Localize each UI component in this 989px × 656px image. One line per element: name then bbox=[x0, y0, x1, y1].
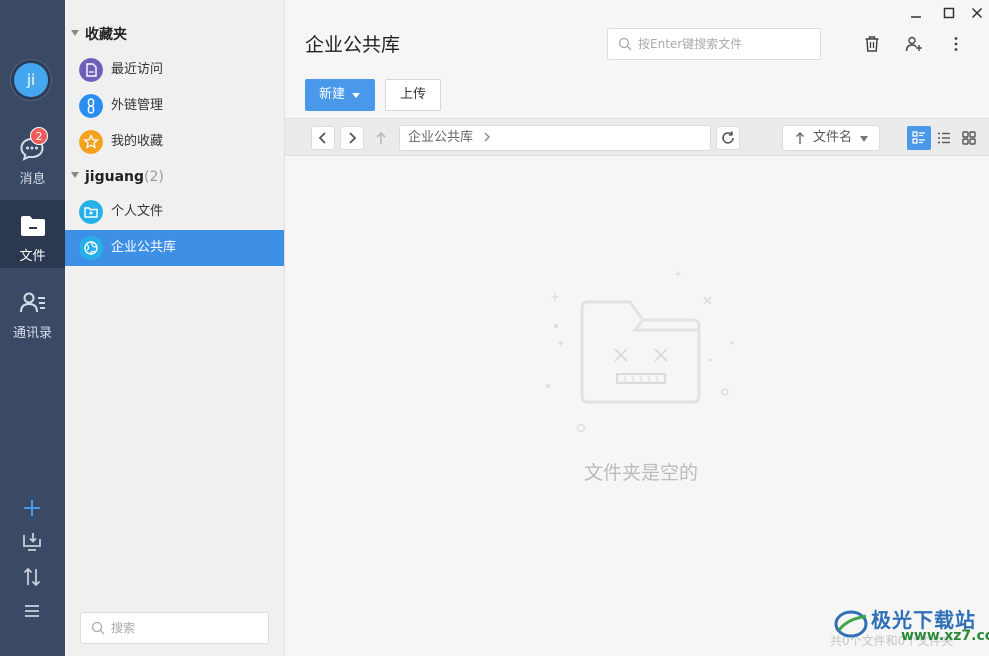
plus-icon[interactable] bbox=[20, 496, 44, 520]
trash-icon[interactable] bbox=[863, 35, 881, 53]
more-vertical-icon[interactable] bbox=[947, 35, 965, 53]
close-icon[interactable] bbox=[968, 4, 986, 22]
search-placeholder: 搜索 bbox=[111, 621, 136, 635]
chevron-down-icon bbox=[352, 93, 360, 98]
up-level-button[interactable] bbox=[369, 126, 393, 150]
arrow-up-icon bbox=[376, 131, 386, 144]
link-icon bbox=[79, 94, 103, 118]
sort-arrows-icon[interactable] bbox=[20, 565, 44, 589]
sidebar-item-label: 个人文件 bbox=[111, 204, 164, 219]
sidebar-item-favorites[interactable]: 我的收藏 bbox=[65, 124, 284, 160]
recent-doc-icon bbox=[79, 58, 103, 82]
folder-icon bbox=[21, 216, 45, 236]
chevron-right-icon bbox=[484, 132, 491, 142]
avatar-initials: ji bbox=[26, 71, 36, 89]
chevron-down-icon bbox=[860, 136, 868, 142]
breadcrumb[interactable]: 企业公共库 bbox=[399, 125, 711, 151]
file-toolbar: 企业公共库 文件名 bbox=[285, 118, 989, 156]
arrow-up-icon bbox=[796, 132, 804, 144]
sidebar-item-recent[interactable]: 最近访问 bbox=[65, 52, 284, 88]
sidebar-search-input[interactable]: 搜索 bbox=[80, 612, 269, 644]
sidebar-item-label: 最近访问 bbox=[111, 62, 164, 77]
new-button-label: 新建 bbox=[319, 87, 346, 102]
sidebar-item-label: 我的收藏 bbox=[111, 134, 164, 149]
collapse-triangle-icon bbox=[71, 172, 79, 178]
minimize-icon[interactable] bbox=[907, 4, 925, 22]
search-placeholder: 按Enter键搜索文件 bbox=[638, 37, 743, 51]
account-group-title[interactable]: jiguang(2) bbox=[71, 165, 164, 189]
page-title: 企业公共库 bbox=[305, 34, 401, 56]
search-icon bbox=[91, 621, 105, 635]
view-grid-button[interactable] bbox=[957, 126, 981, 150]
group-title-text: 收藏夹 bbox=[85, 27, 127, 43]
watermark-logo: 极光下载站 www.xz7.com bbox=[833, 602, 989, 646]
star-icon bbox=[79, 130, 103, 154]
list-view-icon bbox=[938, 132, 950, 144]
rail-item-label: 消息 bbox=[19, 172, 46, 187]
refresh-button[interactable] bbox=[716, 126, 740, 150]
search-icon bbox=[618, 37, 632, 51]
menu-icon[interactable] bbox=[20, 599, 44, 623]
group-title-text: jiguang bbox=[85, 169, 145, 185]
view-detail-button[interactable] bbox=[907, 126, 931, 150]
unread-badge: 2 bbox=[30, 127, 48, 145]
chevron-left-icon bbox=[318, 132, 326, 144]
view-list-button[interactable] bbox=[932, 126, 956, 150]
collapse-triangle-icon bbox=[71, 30, 79, 36]
avatar[interactable]: ji bbox=[11, 60, 51, 100]
main-panel: 企业公共库 按Enter键搜索文件 新建 上传 企业公共库 文件名 文件夹是空的… bbox=[285, 0, 989, 656]
sidebar-item-links[interactable]: 外链管理 bbox=[65, 88, 284, 124]
new-button[interactable]: 新建 bbox=[305, 79, 375, 111]
watermark-site: www.xz7.com bbox=[901, 628, 989, 644]
sidebar: 收藏夹 最近访问 外链管理 我的收藏 jiguang(2) 个人文件 企业公共库… bbox=[65, 0, 285, 656]
download-monitor-icon[interactable] bbox=[20, 530, 44, 554]
sidebar-item-public-library[interactable]: 企业公共库 bbox=[65, 230, 284, 266]
sidebar-item-personal-files[interactable]: 个人文件 bbox=[65, 194, 284, 230]
back-button[interactable] bbox=[311, 126, 335, 150]
group-count: (2) bbox=[144, 169, 164, 185]
rail-item-label: 文件 bbox=[19, 249, 46, 264]
breadcrumb-item[interactable]: 企业公共库 bbox=[408, 130, 473, 145]
watermark-swoosh-icon bbox=[834, 610, 868, 638]
sidebar-item-label: 外链管理 bbox=[111, 98, 164, 113]
rail-item-contacts[interactable]: 通讯录 bbox=[0, 280, 65, 348]
rail-item-label: 通讯录 bbox=[12, 326, 52, 341]
empty-folder-icon bbox=[545, 271, 734, 433]
sidebar-item-label: 企业公共库 bbox=[111, 240, 177, 255]
maximize-icon[interactable] bbox=[940, 4, 958, 22]
public-library-icon bbox=[79, 236, 103, 260]
refresh-icon bbox=[722, 131, 734, 144]
rail-item-messages[interactable]: 2 消息 bbox=[0, 124, 65, 192]
detail-view-icon bbox=[912, 131, 925, 144]
forward-button[interactable] bbox=[340, 126, 364, 150]
contacts-icon bbox=[20, 292, 45, 313]
sort-dropdown[interactable]: 文件名 bbox=[782, 125, 880, 151]
rail-item-files[interactable]: 文件 bbox=[0, 200, 65, 268]
left-rail: ji 2 消息 文件 通讯录 bbox=[0, 0, 65, 656]
sort-label: 文件名 bbox=[813, 130, 853, 145]
file-search-input[interactable]: 按Enter键搜索文件 bbox=[607, 28, 821, 60]
add-member-icon[interactable] bbox=[905, 35, 923, 53]
upload-button[interactable]: 上传 bbox=[385, 79, 441, 111]
personal-folder-icon bbox=[79, 200, 103, 224]
chevron-right-icon bbox=[349, 132, 357, 144]
favorites-group-title[interactable]: 收藏夹 bbox=[71, 23, 127, 47]
grid-view-icon bbox=[962, 131, 976, 145]
empty-state-text: 文件夹是空的 bbox=[583, 462, 698, 484]
